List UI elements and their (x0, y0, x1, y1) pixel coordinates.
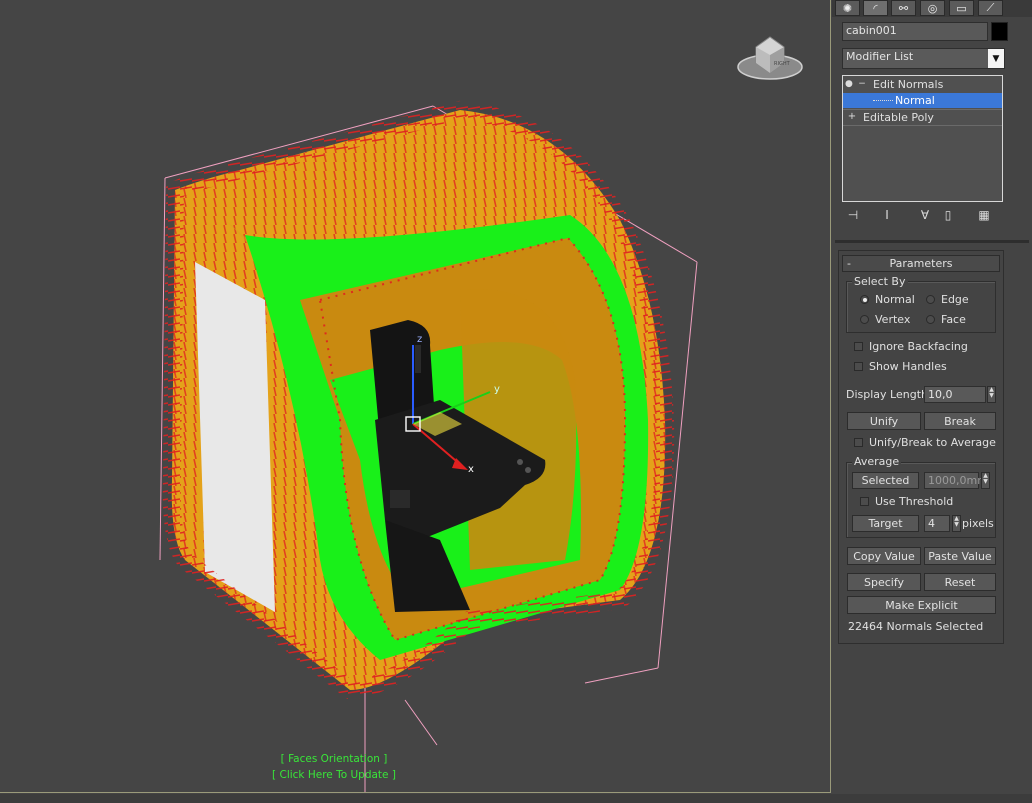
paste-value-button[interactable]: Paste Value (924, 547, 996, 565)
use-threshold-checkbox[interactable] (860, 497, 869, 506)
target-pixels-unit: pixels (962, 517, 994, 530)
select-by-vertex-label: Vertex (875, 313, 911, 326)
object-color-swatch[interactable] (991, 22, 1008, 41)
hierarchy-tab-icon[interactable]: ⚯ (891, 0, 916, 16)
chevron-down-icon[interactable]: ▼ (988, 49, 1004, 68)
target-pixels-spinner[interactable]: ▲ ▼ (952, 515, 961, 532)
gizmo-y-label: y (494, 384, 500, 395)
status-strip (0, 794, 1032, 803)
select-by-edge-label: Edge (941, 293, 969, 306)
faces-orientation-message: [ Faces Orientation ] (280, 753, 388, 765)
stack-item-normal[interactable]: Normal (843, 93, 1002, 108)
ignore-backfacing-label: Ignore Backfacing (869, 340, 968, 353)
average-selected-button[interactable]: Selected (852, 472, 919, 489)
viewcube-label: RIGHT (774, 61, 791, 67)
stack-item-editable-poly[interactable]: + Editable Poly (843, 109, 1002, 126)
perspective-viewport[interactable]: z y x RIGHT [ Faces Orientation ] [ Clic… (0, 0, 831, 793)
break-button[interactable]: Break (924, 412, 996, 430)
pin-stack-icon[interactable]: ⊣ (844, 208, 862, 222)
object-name-input[interactable]: cabin001 (842, 22, 988, 41)
stack-item-label: Editable Poly (863, 111, 934, 124)
click-to-update-message[interactable]: [ Click Here To Update ] (0, 769, 668, 781)
display-length-spinner[interactable]: ▲ ▼ (987, 386, 996, 403)
viewcube: RIGHT (737, 36, 803, 80)
expand-icon[interactable]: + (847, 110, 857, 124)
create-tab-icon[interactable]: ✺ (835, 0, 860, 16)
stack-item-label: Edit Normals (873, 78, 944, 91)
collapse-icon[interactable]: − (857, 77, 867, 91)
command-panel-tabs: ✺ ◜ ⚯ ◎ ▭ ⟋ (832, 0, 1032, 17)
unify-break-average-checkbox[interactable] (854, 438, 863, 447)
unify-button[interactable]: Unify (847, 412, 921, 430)
unify-break-average-label: Unify/Break to Average (869, 436, 996, 449)
show-end-result-icon[interactable]: Ⅰ (878, 208, 896, 222)
select-by-face-label: Face (941, 313, 966, 326)
average-selected-input[interactable]: 1000,0mm (924, 472, 988, 489)
average-title: Average (852, 455, 902, 468)
select-by-group (846, 281, 996, 333)
ignore-backfacing-checkbox[interactable] (854, 342, 863, 351)
utilities-tab-icon[interactable]: ⟋ (978, 0, 1003, 16)
rollout-title: Parameters (889, 257, 953, 270)
show-handles-label: Show Handles (869, 360, 947, 373)
select-by-normal-radio[interactable] (860, 295, 869, 304)
lightbulb-icon[interactable]: ● (845, 77, 853, 91)
stack-item-edit-normals[interactable]: ● − Edit Normals (843, 77, 1002, 92)
display-length-label: Display Length: (846, 388, 932, 401)
reset-button[interactable]: Reset (924, 573, 996, 591)
modifier-list-dropdown[interactable]: Modifier List ▼ (842, 48, 1005, 69)
copy-value-button[interactable]: Copy Value (847, 547, 921, 565)
make-explicit-button[interactable]: Make Explicit (847, 596, 996, 614)
modify-tab-icon[interactable]: ◜ (863, 0, 888, 16)
parameters-rollout-header[interactable]: - Parameters (842, 255, 1000, 272)
scene-render: z y x RIGHT (159, 36, 803, 792)
average-target-button[interactable]: Target (852, 515, 919, 532)
select-by-face-radio[interactable] (926, 315, 935, 324)
target-pixels-input[interactable]: 4 (924, 515, 950, 532)
use-threshold-label: Use Threshold (875, 495, 954, 508)
select-by-vertex-radio[interactable] (860, 315, 869, 324)
stack-item-label: Normal (895, 94, 935, 107)
modifier-list-label: Modifier List (846, 50, 914, 63)
display-tab-icon[interactable]: ▭ (949, 0, 974, 16)
show-handles-checkbox[interactable] (854, 362, 863, 371)
command-panel: ✺ ◜ ⚯ ◎ ▭ ⟋ cabin001 Modifier List ▼ ● −… (832, 0, 1032, 792)
remove-modifier-icon[interactable]: ▯ (939, 208, 957, 222)
motion-tab-icon[interactable]: ◎ (920, 0, 945, 16)
separator (835, 240, 1029, 243)
display-length-input[interactable]: 10,0 (924, 386, 986, 403)
select-by-edge-radio[interactable] (926, 295, 935, 304)
select-by-title: Select By (852, 275, 908, 288)
modifier-stack: ● − Edit Normals Normal + Editable Poly (842, 75, 1003, 202)
specify-button[interactable]: Specify (847, 573, 921, 591)
select-by-normal-label: Normal (875, 293, 915, 306)
make-unique-icon[interactable]: ∀ (916, 208, 934, 222)
normals-selected-status: 22464 Normals Selected (848, 620, 984, 633)
gizmo-x-label: x (468, 464, 474, 475)
gizmo-z-label: z (417, 334, 422, 345)
tree-line (873, 100, 893, 101)
configure-modifier-sets-icon[interactable]: ▦ (975, 208, 993, 222)
rollout-toggle: - (847, 257, 851, 270)
average-selected-spinner[interactable]: ▲ ▼ (981, 472, 990, 489)
